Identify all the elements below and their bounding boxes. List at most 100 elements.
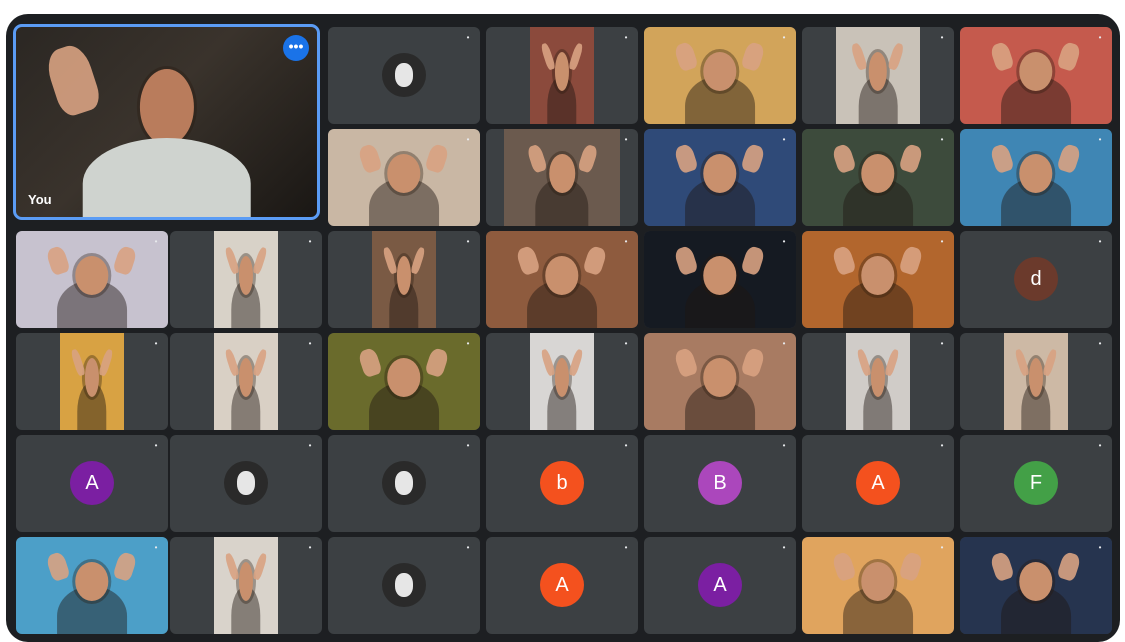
raised-hand: [357, 142, 384, 174]
participant-tile[interactable]: •: [802, 537, 954, 634]
raised-hand: [224, 245, 240, 275]
mic-muted-icon: •: [624, 543, 628, 552]
raised-hand: [831, 142, 858, 174]
participant-video: [214, 231, 278, 328]
participant-face: [1028, 358, 1044, 398]
participant-tile[interactable]: •: [644, 129, 796, 226]
participant-tile[interactable]: •: [170, 333, 322, 430]
mic-muted-icon: •: [308, 339, 312, 348]
participant-face: [396, 256, 412, 296]
participant-tile[interactable]: b •: [486, 435, 638, 532]
participant-avatar: F: [1014, 461, 1058, 505]
participant-face: [703, 52, 737, 92]
participant-tile[interactable]: •: [802, 27, 954, 124]
participant-tile[interactable]: •: [328, 537, 480, 634]
participant-tile[interactable]: A •: [802, 435, 954, 532]
participant-avatar: B: [698, 461, 742, 505]
participant-avatar: A: [540, 563, 584, 607]
participant-avatar: A: [70, 461, 114, 505]
participant-tile[interactable]: •: [644, 333, 796, 430]
raised-hand: [1042, 347, 1058, 377]
raised-hand: [112, 244, 139, 276]
participant-avatar: [224, 461, 268, 505]
participant-tile[interactable]: •: [486, 27, 638, 124]
participant-video: [16, 231, 168, 328]
participant-tile[interactable]: A •: [486, 537, 638, 634]
participant-tile[interactable]: •: [16, 537, 168, 634]
more-options-icon[interactable]: •••: [283, 35, 309, 61]
participant-tile[interactable]: •: [16, 231, 168, 328]
raised-hand: [42, 41, 104, 120]
participant-tile[interactable]: •: [328, 129, 480, 226]
self-video-tile[interactable]: You •••: [13, 24, 320, 220]
participant-tile[interactable]: •: [960, 129, 1112, 226]
participant-tile[interactable]: •: [328, 333, 480, 430]
participant-tile[interactable]: •: [960, 333, 1112, 430]
participant-tile[interactable]: F •: [960, 435, 1112, 532]
mic-muted-icon: •: [466, 33, 470, 42]
mic-muted-icon: •: [466, 237, 470, 246]
mic-muted-icon: •: [782, 33, 786, 42]
participant-tile[interactable]: •: [16, 333, 168, 430]
mic-muted-icon: •: [940, 135, 944, 144]
raised-hand: [673, 346, 700, 378]
participant-face: [75, 256, 109, 296]
participant-tile[interactable]: •: [170, 537, 322, 634]
participant-tile[interactable]: A •: [644, 537, 796, 634]
participant-tile[interactable]: •: [802, 231, 954, 328]
meeting-grid: You ••• • • • • • • • • • • • • • • • • d • • • • • • • • A • • • b • B…: [6, 14, 1120, 642]
mic-muted-icon: •: [154, 339, 158, 348]
participant-avatar: A: [698, 563, 742, 607]
participant-face: [861, 154, 895, 194]
participant-video: [214, 333, 278, 430]
participant-video: [1004, 333, 1068, 430]
participant-tile[interactable]: •: [328, 435, 480, 532]
raised-hand: [831, 244, 858, 276]
participant-video: [802, 231, 954, 328]
participant-face: [703, 256, 737, 296]
participant-tile[interactable]: •: [960, 27, 1112, 124]
participant-avatar: [382, 53, 426, 97]
raised-hand: [525, 143, 548, 174]
participant-tile[interactable]: A •: [16, 435, 168, 532]
raised-hand: [382, 245, 398, 275]
raised-hand: [850, 41, 869, 71]
participant-tile[interactable]: •: [170, 231, 322, 328]
raised-hand: [424, 346, 451, 378]
participant-tile[interactable]: •: [328, 231, 480, 328]
mic-muted-icon: •: [782, 339, 786, 348]
participant-face: [1019, 562, 1053, 602]
participant-tile[interactable]: •: [328, 27, 480, 124]
raised-hand: [252, 347, 268, 377]
raised-hand: [673, 40, 700, 72]
mic-muted-icon: •: [1098, 135, 1102, 144]
participant-tile[interactable]: •: [802, 333, 954, 430]
participant-avatar: d: [1014, 257, 1058, 301]
raised-hand: [1056, 550, 1083, 582]
raised-hand: [673, 244, 700, 276]
participant-tile[interactable]: •: [802, 129, 954, 226]
participant-video: [960, 537, 1112, 634]
mic-muted-icon: •: [624, 33, 628, 42]
participant-tile[interactable]: •: [486, 231, 638, 328]
participant-face: [703, 154, 737, 194]
participant-tile[interactable]: •: [486, 129, 638, 226]
participant-tile[interactable]: •: [486, 333, 638, 430]
participant-body: [82, 137, 251, 217]
mic-muted-icon: •: [1098, 237, 1102, 246]
participant-tile[interactable]: •: [960, 537, 1112, 634]
mic-muted-icon: •: [940, 33, 944, 42]
mic-muted-icon: •: [466, 135, 470, 144]
participant-face: [861, 562, 895, 602]
mic-muted-icon: •: [308, 543, 312, 552]
mic-muted-icon: •: [940, 441, 944, 450]
raised-hand: [1056, 142, 1083, 174]
participant-face: [387, 358, 421, 398]
participant-tile[interactable]: d •: [960, 231, 1112, 328]
participant-tile[interactable]: •: [170, 435, 322, 532]
participant-tile[interactable]: B •: [644, 435, 796, 532]
participant-tile[interactable]: •: [644, 27, 796, 124]
participant-tile[interactable]: •: [644, 231, 796, 328]
mic-muted-icon: •: [782, 237, 786, 246]
raised-hand: [887, 41, 906, 71]
